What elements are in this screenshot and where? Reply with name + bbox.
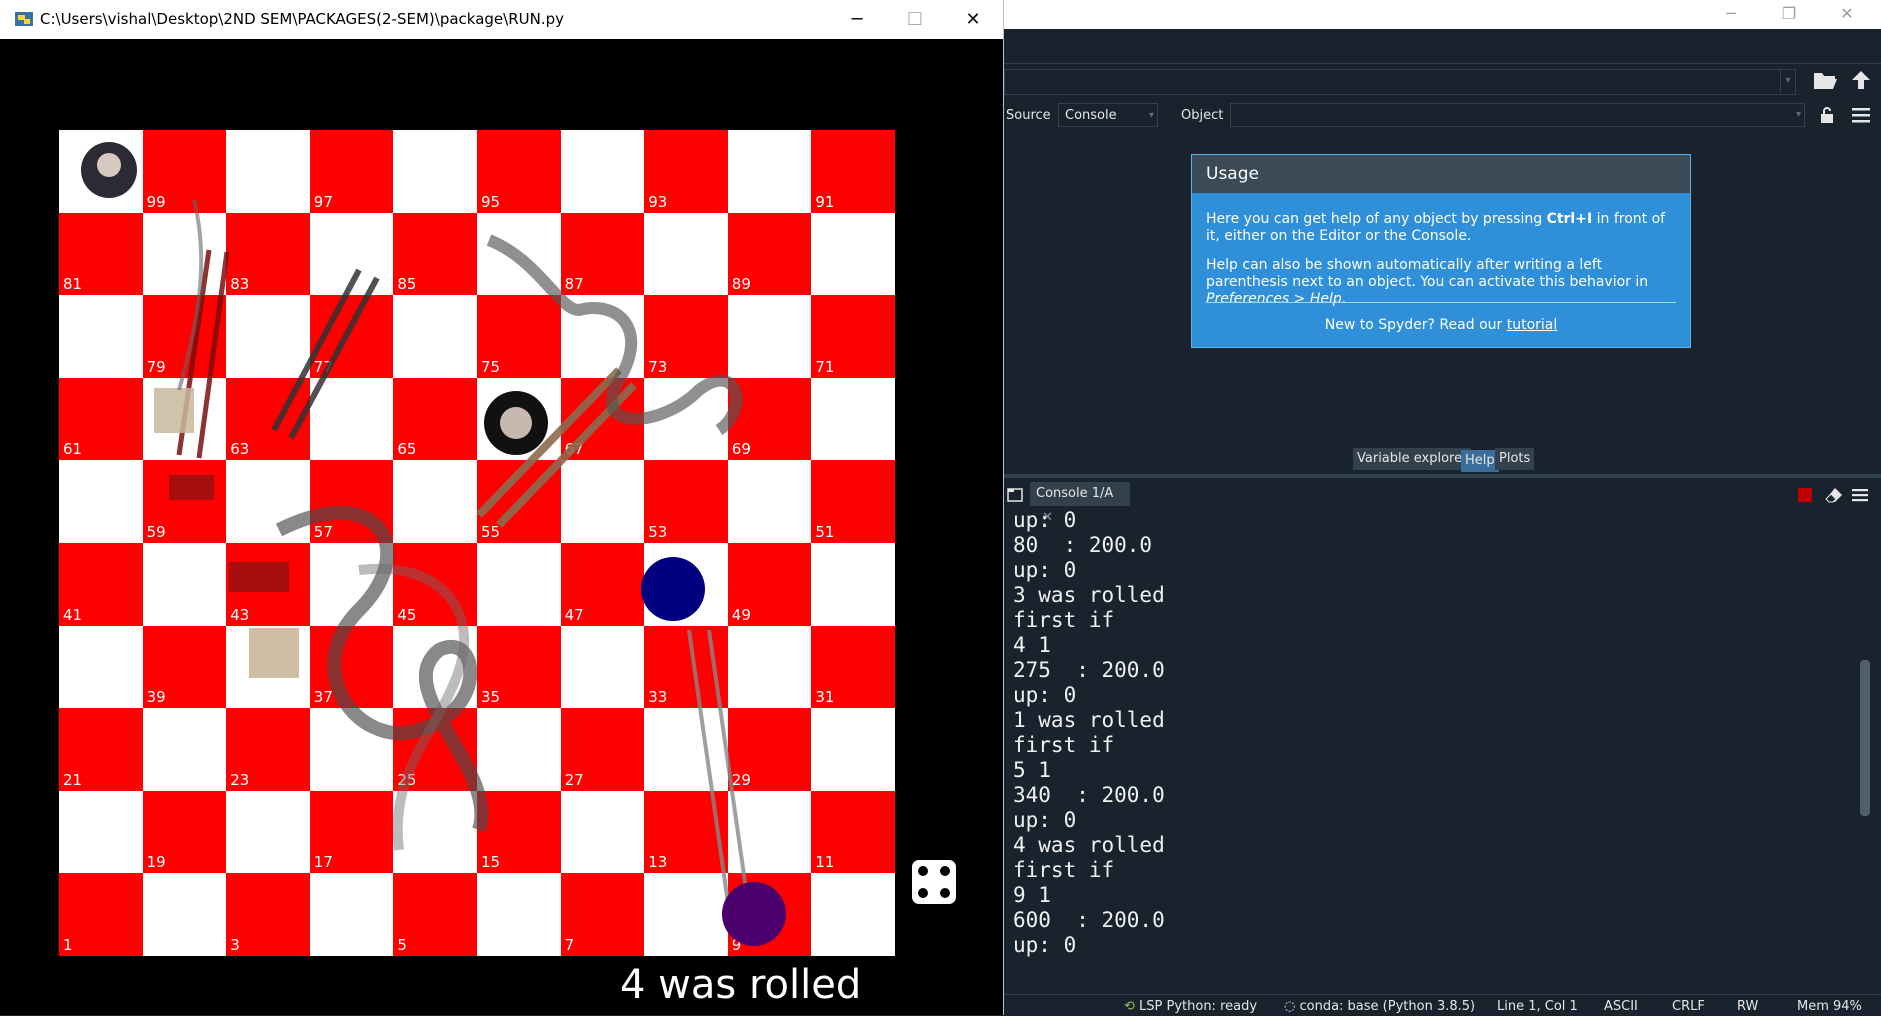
console-line: 275 : 200.0 [1013,658,1165,682]
console-line: up: 0 [1013,683,1077,707]
player-avatar-icon [81,142,137,198]
usage-paragraph-1: Here you can get help of any object by p… [1206,211,1676,245]
python-icon [15,11,33,27]
object-input[interactable]: ▾ [1230,103,1805,127]
console-line: first if [1013,858,1115,882]
dice-icon[interactable] [912,860,956,904]
roll-result-text: 4 was rolled [620,962,862,1008]
usage-panel: Usage Here you can get help of any objec… [1191,154,1691,348]
console-line: 600 : 200.0 [1013,908,1165,932]
tab-plots[interactable]: Plots [1495,448,1535,470]
hamburger-menu-icon[interactable] [1852,107,1872,123]
usage-text: New to Spyder? Read our [1324,317,1507,333]
console-line: up: 0 [1013,508,1077,532]
usage-shortcut: Ctrl+I [1546,211,1593,227]
chevron-down-icon[interactable]: ▾ [1780,70,1795,92]
game-minimize-button[interactable]: ─ [828,0,886,39]
stop-icon[interactable] [1798,488,1812,502]
status-lsp: ⟲ LSP Python: ready [1124,999,1257,1014]
working-directory-input[interactable]: ▾ [1004,69,1796,95]
spyder-toolbar [1004,29,1881,64]
usage-text: . [1341,291,1347,307]
console-tab-label: Console 1/A [1036,486,1114,501]
snakes-ladders-artwork [81,142,751,911]
usage-preferences-path: Preferences > Help [1206,291,1342,307]
tab-variable-explorer[interactable]: Variable explorer [1353,448,1472,470]
snake-icon [177,199,204,391]
status-memory: Mem 94% [1797,999,1862,1014]
console-output[interactable]: up: 0 80 : 200.0 up: 03 was rolled first if… [1013,508,1853,993]
source-label: Source [1006,108,1051,123]
usage-text: Here you can get help of any object by p… [1206,211,1547,227]
console-line: 80 : 200.0 [1013,533,1153,557]
game-window: C:\Users\vishal\Desktop\2ND SEM\PACKAGES… [0,0,1004,1015]
ladder-block [229,562,289,592]
eraser-icon[interactable] [1824,486,1844,504]
usage-footer: New to Spyder? Read our tutorial [1192,317,1690,333]
player-token-purple [722,882,786,946]
tutorial-link[interactable]: tutorial [1507,317,1558,333]
lock-icon[interactable] [1817,105,1837,125]
console-line: 4 was rolled [1013,833,1165,857]
status-encoding: ASCII [1604,999,1638,1014]
console-line: 5 1 [1013,758,1051,782]
console-tabbar [1004,482,1881,508]
spyder-minimize-button[interactable]: ─ [1702,0,1760,29]
status-mode: RW [1737,999,1759,1014]
console-line: 4 1 [1013,633,1051,657]
console-scrollbar-thumb[interactable] [1860,660,1870,816]
console-line: up: 0 [1013,808,1077,832]
usage-title: Usage [1192,155,1690,193]
ladder-icon [271,268,380,440]
status-lsp-text: LSP Python: ready [1139,999,1258,1014]
game-maximize-button[interactable]: ☐ [886,0,944,39]
object-label: Object [1181,108,1224,123]
status-eol: CRLF [1672,999,1705,1014]
browse-tabs-icon[interactable] [1007,487,1025,503]
console-line: 1 was rolled [1013,708,1165,732]
hamburger-menu-icon[interactable] [1852,488,1870,504]
source-select-value: Console [1065,108,1117,123]
snakes-and-ladders-board[interactable]: 100 99 98 97 96 95 94 93 92 91 81 82 83 84 85 86 87 88 89 9… [59,130,895,956]
console-line: 340 : 200.0 [1013,783,1165,807]
folder-open-icon[interactable] [1812,68,1838,94]
spyder-restore-button[interactable]: ❐ [1760,0,1818,29]
game-close-button[interactable]: ✕ [944,0,1002,39]
tab-help[interactable]: Help [1461,450,1499,472]
ladder-block [249,628,299,678]
game-window-title: C:\Users\vishal\Desktop\2ND SEM\PACKAGES… [40,10,564,28]
console-tab[interactable]: Console 1/A ✕ [1030,482,1130,525]
pane-divider[interactable] [1004,474,1881,478]
spyder-close-button[interactable]: ✕ [1818,0,1876,29]
chevron-down-icon: ▾ [1795,109,1801,120]
arrow-up-icon[interactable] [1848,68,1874,94]
source-select[interactable]: Console ▾ [1058,103,1158,127]
conda-icon: ◌ [1284,999,1300,1014]
console-line: up: 0 [1013,558,1077,582]
console-line: first if [1013,608,1115,632]
console-line: first if [1013,733,1115,757]
player-avatar-icon [484,391,548,455]
console-line: 3 was rolled [1013,583,1165,607]
status-conda-text: conda: base (Python 3.8.5) [1299,999,1476,1014]
ladder-icon [687,629,751,911]
ladder-block [154,388,194,433]
player-token-blue [641,557,705,621]
status-position: Line 1, Col 1 [1497,999,1578,1014]
ladder-block [169,475,214,500]
console-line: 9 1 [1013,883,1051,907]
usage-paragraph-2: Help can also be shown automatically aft… [1206,257,1676,308]
usage-text: Help can also be shown automatically aft… [1206,257,1649,290]
console-line: up: 0 [1013,933,1077,957]
status-conda: ◌ conda: base (Python 3.8.5) [1284,999,1475,1014]
chevron-down-icon: ▾ [1148,110,1154,121]
lsp-icon: ⟲ [1124,999,1140,1014]
snake-icon [275,505,489,833]
usage-divider [1206,302,1676,303]
